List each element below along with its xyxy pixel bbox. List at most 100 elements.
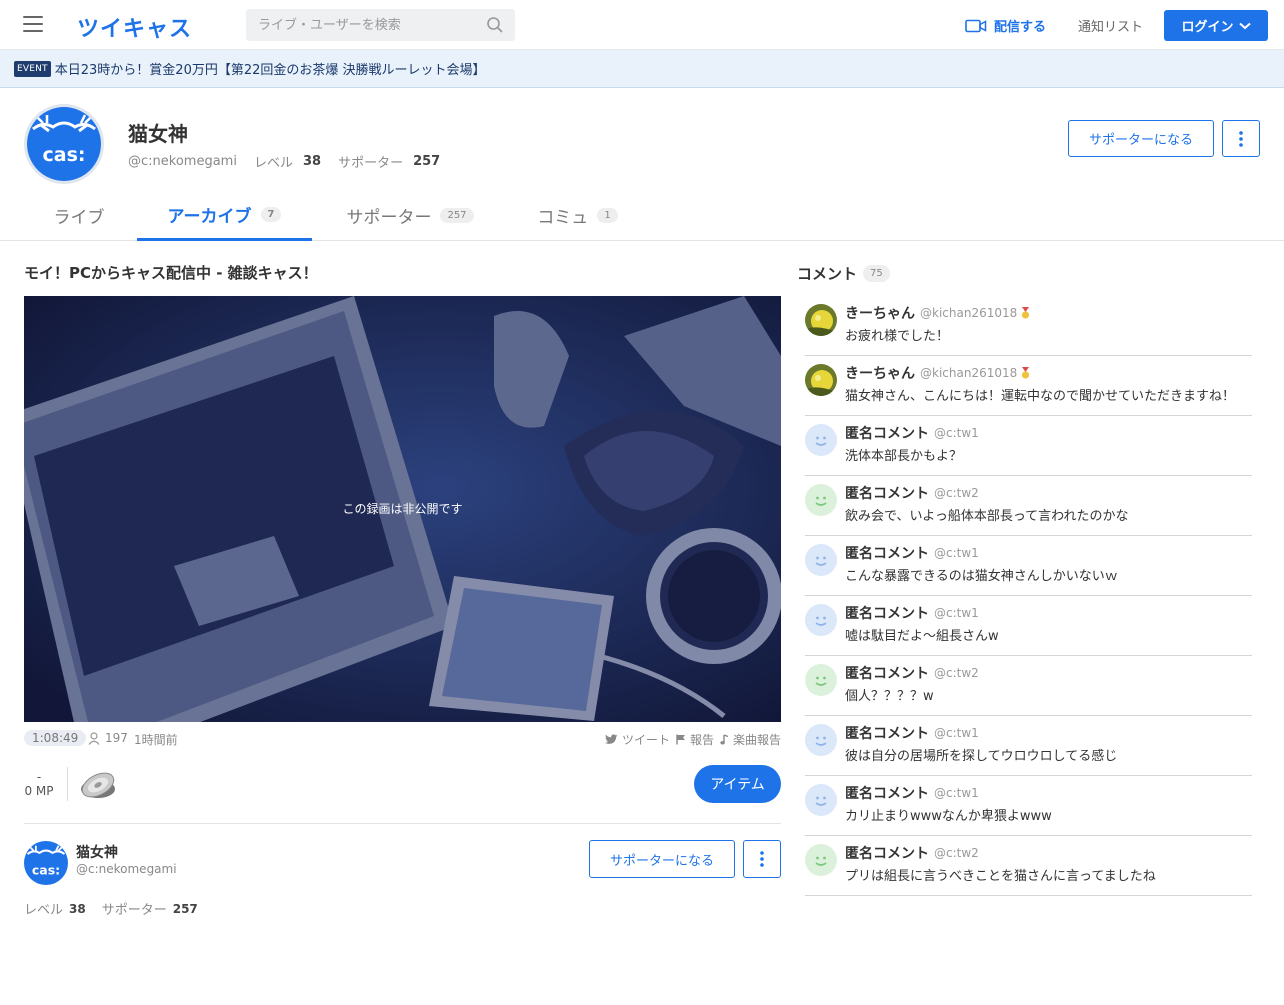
- comment-author[interactable]: 匿名コメント: [845, 543, 929, 563]
- vertical-dots-icon: [1239, 130, 1243, 147]
- level-value: 38: [69, 901, 86, 916]
- tab-live[interactable]: ライブ: [24, 190, 134, 241]
- go-live-link[interactable]: 配信する: [965, 16, 1046, 35]
- supporters-label: サポーター: [101, 903, 167, 918]
- private-recording-message: この録画は非公開です: [342, 502, 463, 516]
- event-banner[interactable]: EVENT 本日23時から！賞金20万円【第22回金のお茶爆 決勝戦ルーレット会…: [0, 50, 1284, 88]
- anonymous-face-icon[interactable]: [805, 424, 837, 456]
- anonymous-face-icon[interactable]: [805, 784, 837, 816]
- item-button[interactable]: アイテム: [694, 765, 781, 803]
- music-note-icon: [720, 734, 729, 745]
- anonymous-face-icon[interactable]: [805, 724, 837, 756]
- level-label: レベル: [253, 156, 293, 171]
- comment-text: 個人？？？？w: [845, 689, 934, 704]
- owner-meta: レベル 38 サポーター 257: [24, 899, 198, 919]
- divider: [24, 823, 781, 824]
- site-logo[interactable]: ツイキャス: [77, 11, 192, 43]
- level-value: 38: [302, 154, 322, 169]
- comment-author-id: @c:tw1: [934, 546, 979, 560]
- comment-item: 匿名コメント @c:tw2 個人？？？？w: [805, 656, 1252, 716]
- comment-item: きーちゃん @kichan261018 猫女神さん、こんにちは！運転中なので聞かせて…: [805, 356, 1252, 416]
- comment-author[interactable]: きーちゃん: [845, 303, 915, 323]
- comment-text: 嘘は駄目だよ～組長さんw: [845, 629, 999, 644]
- comment-author[interactable]: 匿名コメント: [845, 783, 929, 803]
- top-header: ツイキャス 配信する 通知リスト ログイン: [0, 0, 1284, 50]
- anonymous-face-icon[interactable]: [805, 604, 837, 636]
- comment-author[interactable]: 匿名コメント: [845, 843, 929, 863]
- comment-item: 匿名コメント @c:tw2 プリは組長に言うべきことを猫さんに言ってましたね: [805, 836, 1252, 896]
- tab-archive[interactable]: アーカイブ 7: [137, 190, 312, 241]
- supporters-value: 257: [413, 154, 441, 169]
- flag-icon: [676, 734, 685, 745]
- user-avatar[interactable]: [805, 364, 837, 396]
- comment-item: きーちゃん @kichan261018 お疲れ様でした！: [805, 296, 1252, 356]
- comment-item: 匿名コメント @c:tw1 カリ止まりwwwなんか卑猥よwww: [805, 776, 1252, 836]
- anonymous-face-icon[interactable]: [805, 664, 837, 696]
- become-supporter-button[interactable]: サポーターになる: [589, 840, 735, 878]
- search-box: [246, 9, 515, 41]
- profile-avatar[interactable]: cas:: [24, 104, 104, 184]
- profile-name: 猫女神: [128, 122, 188, 146]
- music-report-label: 楽曲報告: [732, 733, 781, 747]
- comment-author[interactable]: 匿名コメント: [845, 423, 929, 443]
- comments-header: コメント 75: [797, 263, 890, 284]
- comment-author-id: @c:tw2: [934, 666, 979, 680]
- tab-supporters[interactable]: サポーター 257: [330, 190, 490, 241]
- cas-logo-icon: cas:: [27, 107, 101, 181]
- anonymous-face-icon[interactable]: [805, 544, 837, 576]
- video-camera-icon: [965, 19, 987, 32]
- search-icon[interactable]: [486, 16, 504, 34]
- login-button[interactable]: ログイン: [1164, 10, 1268, 41]
- comment-list: きーちゃん @kichan261018 お疲れ様でした！ きーちゃん @kichan26…: [805, 296, 1252, 896]
- movie-actions: ツイート 報告 楽曲報告: [599, 731, 781, 748]
- duration-badge: 1:08:49: [24, 730, 87, 746]
- medal-icon: [1022, 307, 1030, 319]
- level-label: レベル: [24, 903, 64, 918]
- comment-author[interactable]: 匿名コメント: [845, 603, 929, 623]
- comment-author[interactable]: 匿名コメント: [845, 663, 929, 683]
- music-report-link[interactable]: 楽曲報告: [720, 731, 781, 748]
- comment-author-id: @c:tw1: [934, 786, 979, 800]
- tweet-link[interactable]: ツイート: [604, 731, 670, 748]
- tab-count: 257: [440, 208, 474, 223]
- comment-author-id: @kichan261018: [920, 366, 1018, 380]
- comment-author[interactable]: きーちゃん: [845, 363, 915, 383]
- anonymous-face-icon[interactable]: [805, 484, 837, 516]
- comment-author[interactable]: 匿名コメント: [845, 723, 929, 743]
- comment-author[interactable]: 匿名コメント: [845, 483, 929, 503]
- twitter-bird-icon: [604, 734, 618, 744]
- comment-text: 彼は自分の居場所を探してウロウロしてる感じ: [845, 749, 1118, 764]
- report-link[interactable]: 報告: [676, 731, 714, 748]
- user-avatar[interactable]: [805, 304, 837, 336]
- event-badge: EVENT: [14, 60, 51, 77]
- more-options-button[interactable]: [743, 840, 781, 878]
- report-label: 報告: [689, 733, 714, 747]
- comment-text: プリは組長に言うべきことを猫さんに言ってましたね: [845, 869, 1156, 884]
- comment-text: カリ止まりwwwなんか卑猥よwww: [845, 809, 1052, 824]
- anonymous-face-icon[interactable]: [805, 844, 837, 876]
- view-count-value: 197: [105, 731, 128, 745]
- tab-community[interactable]: コミュ 1: [520, 190, 635, 241]
- profile-tabs: ライブ アーカイブ 7 サポーター 257 コミュ 1: [0, 190, 1284, 241]
- more-options-button[interactable]: [1222, 120, 1260, 157]
- become-supporter-button[interactable]: サポーターになる: [1068, 120, 1214, 157]
- profile-id: @c:nekomegami: [128, 154, 237, 169]
- coin-item-icon[interactable]: [78, 767, 118, 803]
- menu-icon[interactable]: [23, 16, 43, 32]
- tweet-label: ツイート: [621, 733, 670, 747]
- mp-divider: [67, 767, 68, 801]
- comment-item: 匿名コメント @c:tw1 嘘は駄目だよ～組長さんw: [805, 596, 1252, 656]
- supporters-value: 257: [172, 901, 198, 916]
- cas-logo-icon: cas:: [24, 841, 68, 885]
- view-count: 197: [88, 731, 128, 745]
- video-player[interactable]: この録画は非公開です: [24, 296, 781, 722]
- login-label: ログイン: [1181, 20, 1234, 35]
- notification-list-link[interactable]: 通知リスト: [1078, 16, 1143, 35]
- comment-author-id: @c:tw2: [934, 846, 979, 860]
- search-input[interactable]: [246, 9, 471, 41]
- comment-author-id: @c:tw1: [934, 606, 979, 620]
- owner-avatar[interactable]: cas:: [24, 841, 68, 885]
- comment-item: 匿名コメント @c:tw1 彼は自分の居場所を探してウロウロしてる感じ: [805, 716, 1252, 776]
- owner-name[interactable]: 猫女神: [76, 842, 118, 862]
- comment-author-id: @kichan261018: [920, 306, 1018, 320]
